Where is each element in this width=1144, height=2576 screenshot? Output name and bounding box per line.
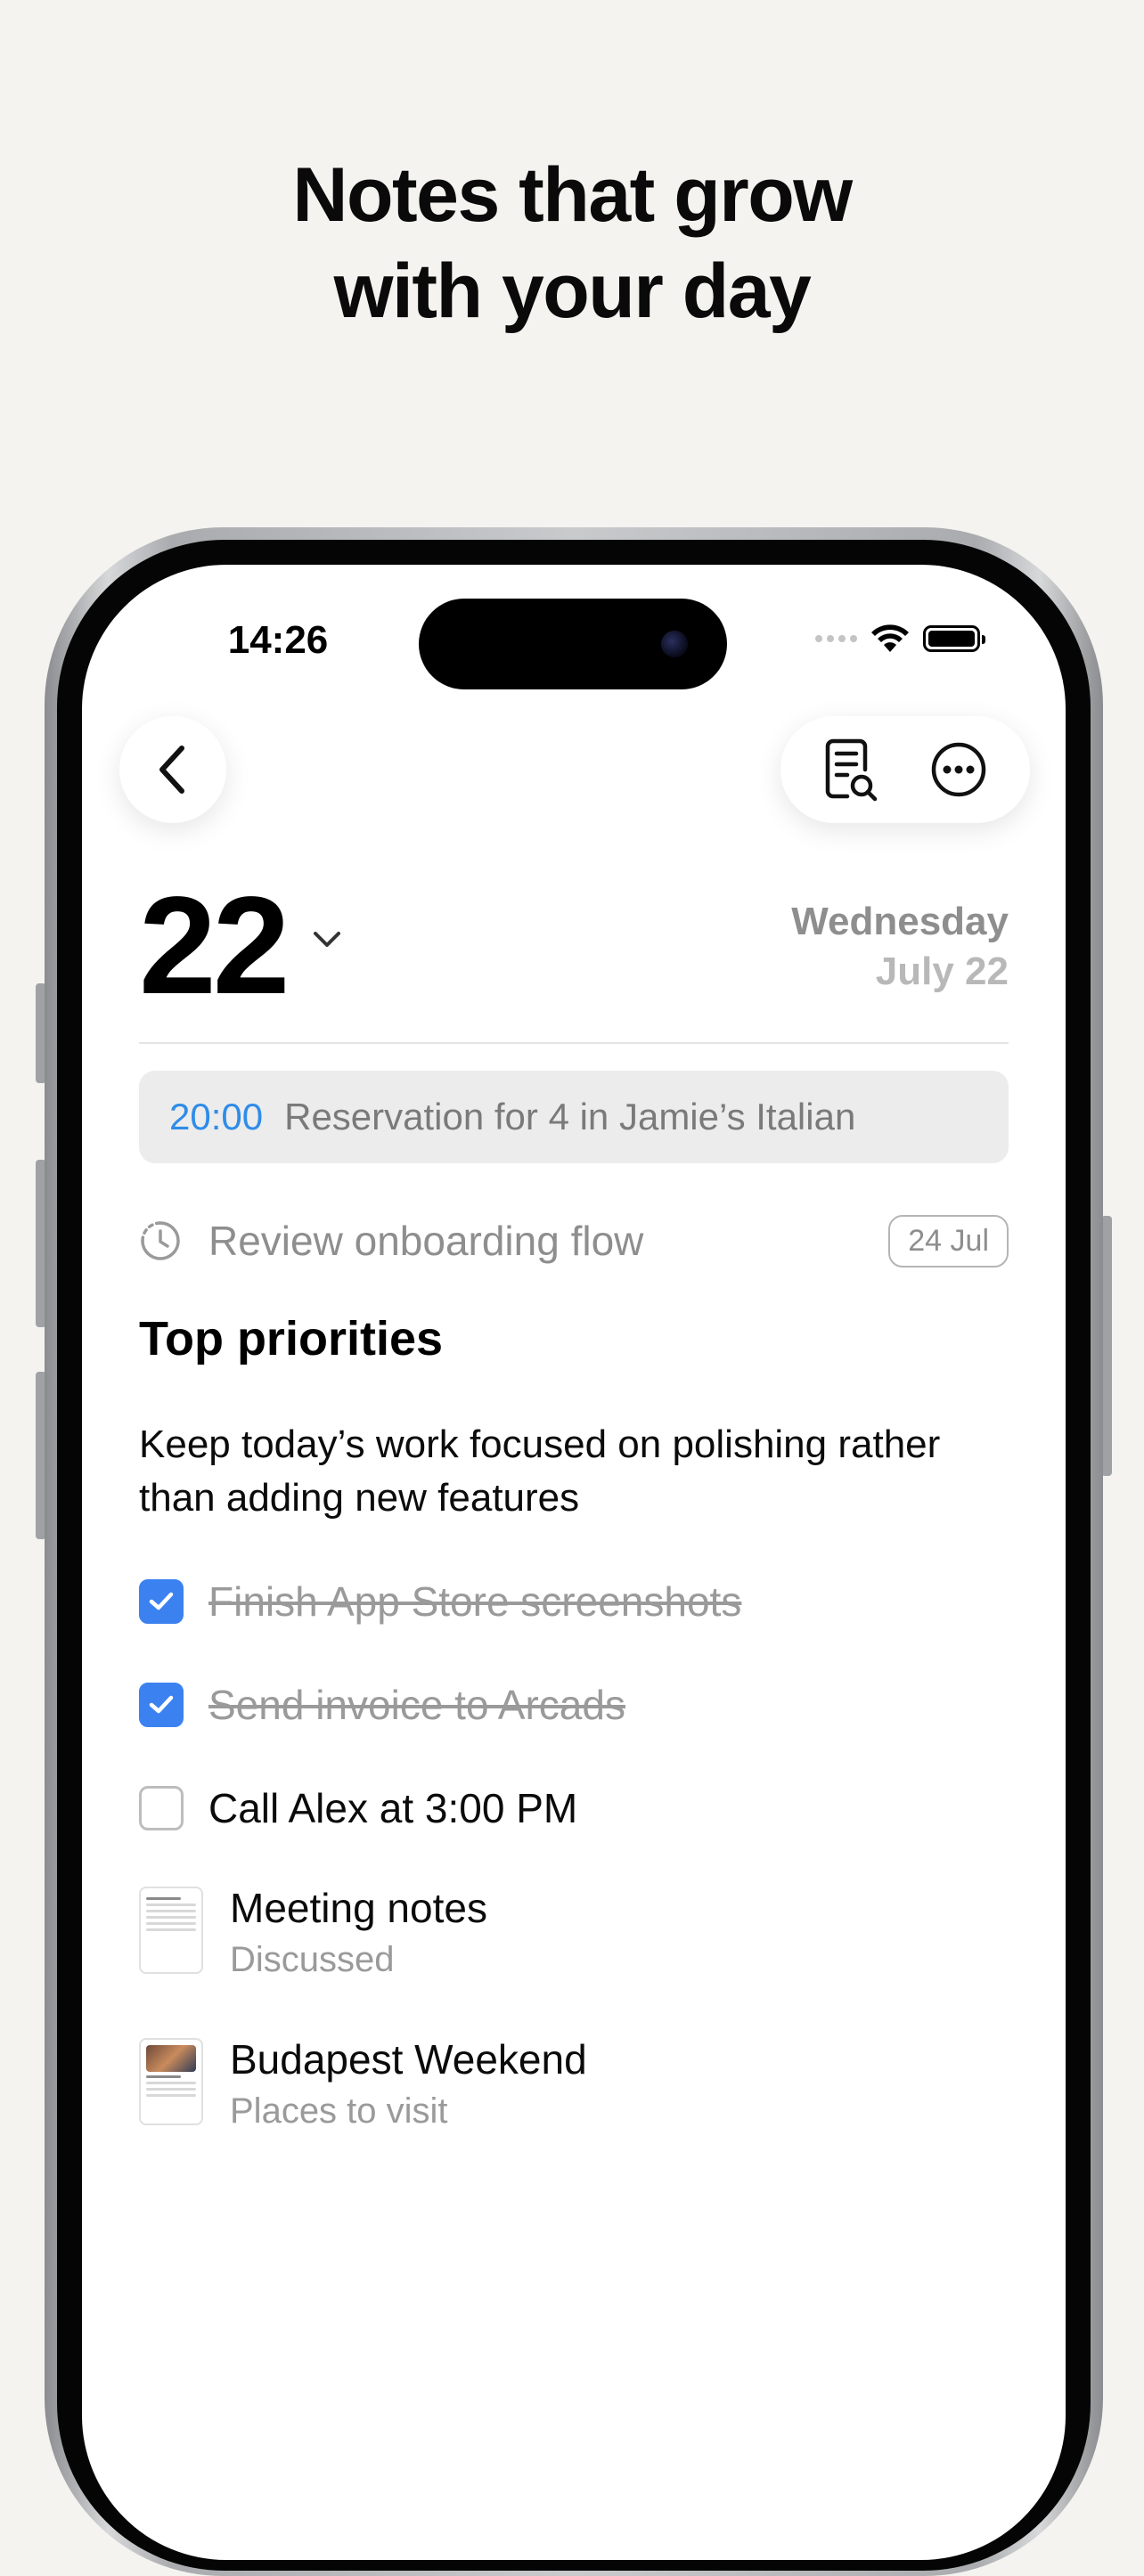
task-label: Send invoice to Arcads — [208, 1682, 625, 1728]
day-picker-toggle[interactable] — [312, 930, 342, 954]
task-checkbox[interactable] — [139, 1683, 184, 1727]
task-label: Finish App Store screenshots — [208, 1578, 742, 1625]
chevron-down-icon — [314, 932, 340, 947]
clock-icon — [141, 1221, 180, 1260]
status-time: 14:26 — [227, 618, 329, 662]
phone-screen: 14:26 22 Wednesday July 22 20:00 Reserva… — [82, 565, 1066, 2560]
day-number[interactable]: 22 — [139, 875, 290, 1017]
task-item[interactable]: Call Alex at 3:00 PM — [139, 1781, 1009, 1835]
calendar-event[interactable]: 20:00 Reservation for 4 in Jamie’s Itali… — [139, 1071, 1009, 1163]
battery-icon — [923, 625, 985, 652]
note-title: Meeting notes — [230, 1885, 487, 1931]
wifi-icon — [871, 624, 909, 652]
cellular-signal-icon — [815, 635, 857, 642]
task-label: Call Alex at 3:00 PM — [208, 1785, 578, 1831]
status-icons — [815, 624, 985, 654]
note-subtitle: Places to visit — [230, 2091, 448, 2131]
toolbar-actions — [780, 716, 1030, 823]
note-subtitle: Discussed — [230, 1940, 395, 1979]
checkmark-icon — [149, 1592, 174, 1610]
header-divider — [139, 1042, 1009, 1044]
note-thumbnail — [139, 1887, 203, 1974]
note-title: Budapest Weekend — [230, 2036, 587, 2083]
reminder-text: Review onboarding flow — [208, 1218, 644, 1264]
document-search-button[interactable] — [816, 734, 887, 805]
linked-note[interactable]: Budapest Weekend Places to visit — [139, 2034, 1009, 2132]
event-title: Reservation for 4 in Jamie’s Italian — [284, 1096, 856, 1137]
task-checkbox[interactable] — [139, 1786, 184, 1830]
headline-line-1: Notes that grow — [292, 152, 853, 238]
chevron-left-icon — [159, 746, 184, 794]
month-day-label: July 22 — [875, 950, 1009, 993]
marketing-headline: Notes that grow with your day — [0, 147, 1144, 339]
checkmark-icon — [149, 1695, 174, 1714]
linked-note[interactable]: Meeting notes Discussed — [139, 1883, 1009, 1981]
note-paragraph[interactable]: Keep today’s work focused on polishing r… — [139, 1418, 1009, 1525]
event-time: 20:00 — [169, 1096, 264, 1137]
back-button[interactable] — [119, 716, 226, 823]
task-checkbox[interactable] — [139, 1579, 184, 1624]
note-thumbnail — [139, 2038, 203, 2125]
headline-line-2: with your day — [333, 249, 812, 334]
task-item[interactable]: Finish App Store screenshots — [139, 1575, 1009, 1628]
camera-icon — [661, 631, 688, 657]
reminder-date-badge[interactable]: 24 Jul — [888, 1214, 1009, 1268]
reminder-item[interactable]: Review onboarding flow 24 Jul — [139, 1213, 1009, 1268]
weekday-label: Wednesday — [791, 900, 1009, 943]
ellipsis-circle-icon — [931, 742, 986, 797]
task-item[interactable]: Send invoice to Arcads — [139, 1678, 1009, 1732]
more-options-button[interactable] — [923, 734, 994, 805]
document-search-icon — [825, 738, 878, 802]
dynamic-island — [419, 599, 727, 689]
section-heading: Top priorities — [139, 1312, 444, 1365]
